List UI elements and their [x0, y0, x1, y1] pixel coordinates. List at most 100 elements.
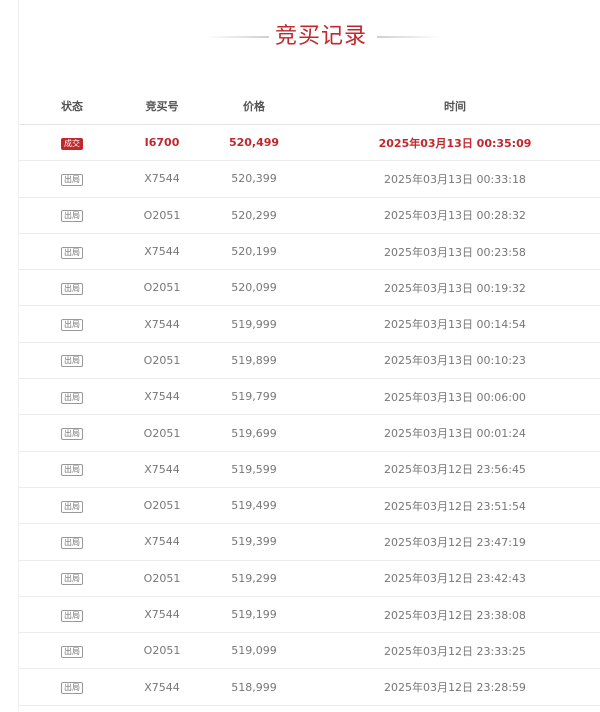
column-header-status: 状态 — [19, 88, 125, 125]
price-cell: 519,399 — [199, 523, 309, 561]
bid-no-cell: X7544 — [125, 523, 199, 561]
table-row: 出局 X7544 519,199 2025年03月12日 23:38:08 — [19, 596, 600, 634]
status-badge: 出局 — [61, 173, 83, 186]
status-cell: 出局 — [19, 632, 125, 670]
status-badge: 出局 — [61, 645, 83, 658]
status-cell: 出局 — [19, 451, 125, 488]
status-badge: 出局 — [61, 573, 83, 586]
column-header-bid-no: 竞买号 — [125, 88, 199, 125]
table-row: 出局 O2051 520,099 2025年03月13日 00:19:32 — [19, 269, 600, 307]
price-cell: 520,199 — [199, 233, 309, 271]
bid-no-cell: X7544 — [125, 233, 199, 271]
status-cell: 出局 — [19, 233, 125, 271]
status-badge: 出局 — [61, 319, 83, 332]
bid-no-cell: O2051 — [125, 269, 199, 307]
table-row: 出局 X7544 520,399 2025年03月13日 00:33:18 — [19, 160, 600, 198]
time-cell: 2025年03月13日 00:28:32 — [309, 197, 600, 234]
price-cell: 520,099 — [199, 269, 309, 307]
time-cell: 2025年03月13日 00:01:24 — [309, 414, 600, 452]
status-badge: 出局 — [61, 210, 83, 223]
time-cell: 2025年03月12日 23:42:43 — [309, 560, 600, 597]
price-cell: 519,799 — [199, 378, 309, 416]
table-row: 出局 O2051 519,899 2025年03月13日 00:10:23 — [19, 342, 600, 380]
price-cell: 519,699 — [199, 414, 309, 452]
bid-no-cell: X7544 — [125, 668, 199, 706]
bid-records-table: 状态 竞买号 价格 时间 成交 I6700 520,499 2025年03月13日 0… — [19, 88, 600, 706]
status-cell: 出局 — [19, 414, 125, 452]
price-cell: 519,499 — [199, 487, 309, 525]
price-cell: 519,999 — [199, 305, 309, 343]
bid-no-cell: X7544 — [125, 451, 199, 488]
table-row: 成交 I6700 520,499 2025年03月13日 00:35:09 — [19, 124, 600, 162]
status-badge: 出局 — [61, 246, 83, 259]
table-row: 出局 X7544 520,199 2025年03月13日 00:23:58 — [19, 233, 600, 271]
price-cell: 520,399 — [199, 160, 309, 198]
status-cell: 出局 — [19, 305, 125, 343]
time-cell: 2025年03月12日 23:33:25 — [309, 632, 600, 670]
time-cell: 2025年03月13日 00:35:09 — [309, 124, 600, 162]
bid-no-cell: O2051 — [125, 560, 199, 597]
status-cell: 出局 — [19, 269, 125, 307]
time-cell: 2025年03月12日 23:56:45 — [309, 451, 600, 488]
bid-no-cell: O2051 — [125, 342, 199, 380]
table-row: 出局 O2051 519,299 2025年03月12日 23:42:43 — [19, 560, 600, 597]
price-cell: 519,299 — [199, 560, 309, 597]
bid-no-cell: X7544 — [125, 596, 199, 634]
status-cell: 出局 — [19, 378, 125, 416]
time-cell: 2025年03月12日 23:28:59 — [309, 668, 600, 706]
time-cell: 2025年03月13日 00:10:23 — [309, 342, 600, 380]
table-row: 出局 X7544 519,999 2025年03月13日 00:14:54 — [19, 305, 600, 343]
time-cell: 2025年03月12日 23:47:19 — [309, 523, 600, 561]
status-badge: 出局 — [61, 282, 83, 295]
bid-no-cell: O2051 — [125, 487, 199, 525]
price-cell: 519,599 — [199, 451, 309, 488]
status-cell: 出局 — [19, 487, 125, 525]
status-cell: 出局 — [19, 197, 125, 234]
status-badge: 出局 — [61, 536, 83, 549]
price-cell: 519,099 — [199, 632, 309, 670]
status-cell: 出局 — [19, 668, 125, 706]
section-header: 竞买记录 — [19, 20, 600, 54]
column-header-price: 价格 — [199, 88, 309, 125]
status-cell: 出局 — [19, 523, 125, 561]
bid-records-panel: 竞买记录 状态 竞买号 价格 时间 成交 I6700 520,499 2025年03月… — [18, 0, 600, 712]
column-header-time: 时间 — [309, 88, 600, 125]
bid-no-cell: X7544 — [125, 305, 199, 343]
status-badge: 成交 — [61, 137, 83, 150]
table-row: 出局 X7544 519,799 2025年03月13日 00:06:00 — [19, 378, 600, 416]
status-badge: 出局 — [61, 500, 83, 513]
table-row: 出局 O2051 519,499 2025年03月12日 23:51:54 — [19, 487, 600, 525]
status-badge: 出局 — [61, 391, 83, 404]
time-cell: 2025年03月13日 00:14:54 — [309, 305, 600, 343]
status-cell: 出局 — [19, 160, 125, 198]
bid-no-cell: O2051 — [125, 414, 199, 452]
time-cell: 2025年03月13日 00:33:18 — [309, 160, 600, 198]
time-cell: 2025年03月12日 23:51:54 — [309, 487, 600, 525]
bid-no-cell: X7544 — [125, 160, 199, 198]
page-title: 竞买记录 — [274, 24, 367, 49]
status-cell: 出局 — [19, 596, 125, 634]
table-header-row: 状态 竞买号 价格 时间 — [19, 88, 600, 125]
status-badge: 出局 — [61, 609, 83, 622]
table-row: 出局 X7544 519,599 2025年03月12日 23:56:45 — [19, 451, 600, 488]
status-cell: 出局 — [19, 560, 125, 597]
status-cell: 出局 — [19, 342, 125, 380]
bid-no-cell: X7544 — [125, 378, 199, 416]
status-cell: 成交 — [19, 124, 125, 162]
price-cell: 519,899 — [199, 342, 309, 380]
bid-no-cell: I6700 — [125, 124, 199, 162]
status-badge: 出局 — [61, 428, 83, 441]
bid-no-cell: O2051 — [125, 197, 199, 234]
time-cell: 2025年03月13日 00:06:00 — [309, 378, 600, 416]
status-badge: 出局 — [61, 682, 83, 695]
price-cell: 520,299 — [199, 197, 309, 234]
table-row: 出局 X7544 519,399 2025年03月12日 23:47:19 — [19, 523, 600, 561]
bid-no-cell: O2051 — [125, 632, 199, 670]
price-cell: 518,999 — [199, 668, 309, 706]
time-cell: 2025年03月12日 23:38:08 — [309, 596, 600, 634]
status-badge: 出局 — [61, 464, 83, 477]
table-row: 出局 O2051 520,299 2025年03月13日 00:28:32 — [19, 197, 600, 234]
table-row: 出局 O2051 519,099 2025年03月12日 23:33:25 — [19, 632, 600, 670]
time-cell: 2025年03月13日 00:19:32 — [309, 269, 600, 307]
table-row: 出局 X7544 518,999 2025年03月12日 23:28:59 — [19, 668, 600, 706]
